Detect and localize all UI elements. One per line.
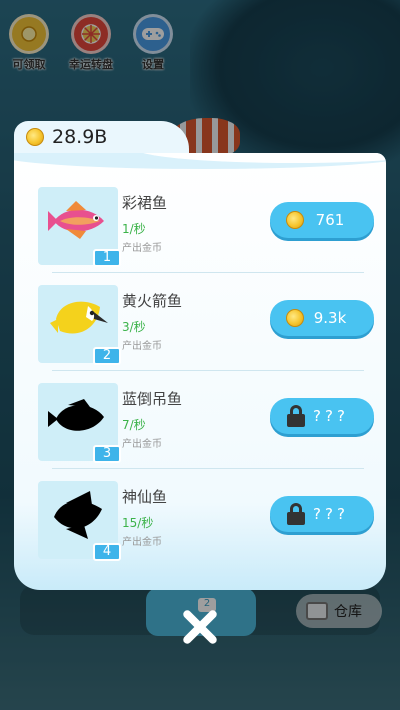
fish-price: 761 bbox=[315, 211, 345, 229]
fish-rate: 3/秒 bbox=[122, 320, 146, 334]
fish-rate: 15/秒 bbox=[122, 516, 154, 530]
fish-description: 产出金币 bbox=[122, 537, 162, 548]
coin-icon bbox=[286, 309, 304, 327]
fish-description: 产出金币 bbox=[122, 243, 162, 254]
fish-icon bbox=[48, 201, 104, 239]
fish-thumbnail: 2 bbox=[38, 285, 121, 365]
fish-description: 产出金币 bbox=[122, 439, 162, 450]
fish-thumbnail: 4 bbox=[38, 481, 121, 561]
fish-price: ??? bbox=[313, 407, 349, 425]
fish-name: 蓝倒吊鱼 bbox=[122, 390, 183, 408]
fish-level-badge: 1 bbox=[93, 249, 121, 267]
fish-icon bbox=[50, 301, 108, 334]
fish-list[interactable]: 1 彩裙鱼 1/秒 产出金币 761 2 黄火箭鱼 3/秒 产出金币 9.3k … bbox=[38, 185, 374, 577]
fish-name: 彩裙鱼 bbox=[122, 194, 168, 212]
list-item: 3 蓝倒吊鱼 7/秒 产出金币 ??? bbox=[38, 381, 374, 479]
fish-shop-modal: 1 彩裙鱼 1/秒 产出金币 761 2 黄火箭鱼 3/秒 产出金币 9.3k … bbox=[14, 153, 386, 590]
row-divider bbox=[52, 468, 364, 469]
fish-price: 9.3k bbox=[313, 309, 347, 327]
fish-thumbnail: 3 bbox=[38, 383, 121, 463]
fish-level-badge: 3 bbox=[93, 445, 121, 463]
list-item: 1 彩裙鱼 1/秒 产出金币 761 bbox=[38, 185, 374, 283]
lock-icon bbox=[286, 405, 306, 427]
fish-level-badge: 4 bbox=[93, 543, 121, 561]
locked-fish-3-button[interactable]: ??? bbox=[270, 398, 374, 434]
fish-level-badge: 2 bbox=[93, 347, 121, 365]
coin-balance-value: 28.9B bbox=[52, 126, 108, 148]
coin-icon bbox=[286, 211, 304, 229]
close-button[interactable] bbox=[181, 608, 219, 646]
fish-silhouette-icon bbox=[48, 399, 104, 431]
list-item: 4 神仙鱼 15/秒 产出金币 ??? bbox=[38, 479, 374, 577]
lock-icon bbox=[286, 503, 306, 525]
fish-description: 产出金币 bbox=[122, 341, 162, 352]
coin-balance: 28.9B bbox=[26, 126, 107, 148]
fish-price: ??? bbox=[313, 505, 349, 523]
fish-rate: 7/秒 bbox=[122, 418, 146, 432]
fish-rate: 1/秒 bbox=[122, 222, 146, 236]
fish-name: 黄火箭鱼 bbox=[122, 292, 183, 310]
fish-name: 神仙鱼 bbox=[122, 488, 168, 506]
row-divider bbox=[52, 370, 364, 371]
coin-icon bbox=[26, 128, 44, 146]
fish-silhouette-icon bbox=[54, 491, 102, 539]
buy-fish-1-button[interactable]: 761 bbox=[270, 202, 374, 238]
list-item: 2 黄火箭鱼 3/秒 产出金币 9.3k bbox=[38, 283, 374, 381]
locked-fish-4-button[interactable]: ??? bbox=[270, 496, 374, 532]
row-divider bbox=[52, 272, 364, 273]
buy-fish-2-button[interactable]: 9.3k bbox=[270, 300, 374, 336]
fish-thumbnail: 1 bbox=[38, 187, 121, 267]
